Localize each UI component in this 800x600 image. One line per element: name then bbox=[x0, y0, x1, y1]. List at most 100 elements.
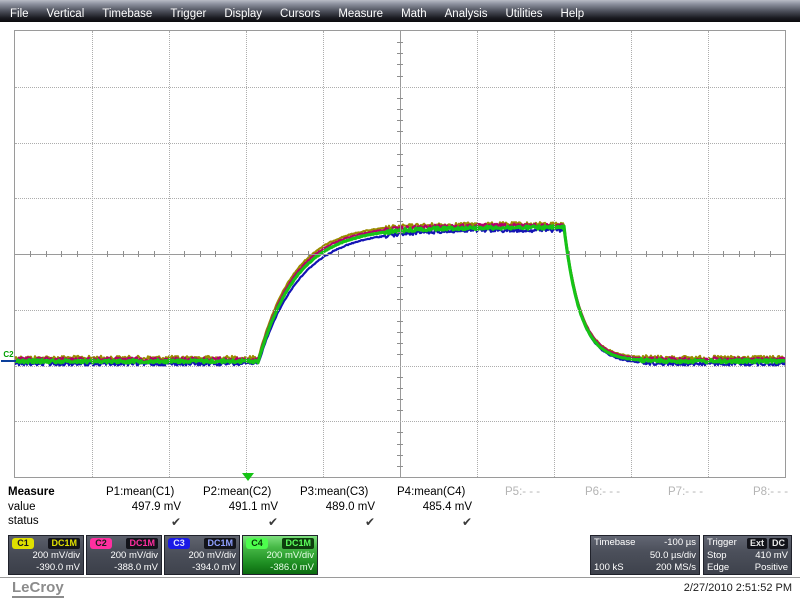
graticule-tick-horizontal bbox=[508, 251, 509, 257]
graticule-tick-horizontal bbox=[770, 251, 771, 257]
channel-pointer-label: C2 bbox=[3, 350, 14, 359]
menu-item-trigger[interactable]: Trigger bbox=[161, 8, 215, 21]
graticule-tick-horizontal bbox=[231, 251, 232, 257]
graticule-tick-horizontal bbox=[446, 251, 447, 257]
trigger-coupling-badge[interactable]: DC bbox=[769, 538, 788, 549]
footer-timestamp: 2/27/2010 2:51:52 PM bbox=[683, 582, 792, 594]
graticule-center-horizontal-axis bbox=[15, 254, 785, 255]
channel-descriptor-c4[interactable]: C4 DC1M 200 mV/div -386.0 mV bbox=[242, 535, 318, 575]
menu-item-display[interactable]: Display bbox=[215, 8, 271, 21]
graticule-tick-horizontal bbox=[585, 251, 586, 257]
graticule-tick-vertical bbox=[397, 98, 403, 99]
channel-coupling-c4[interactable]: DC1M bbox=[282, 538, 314, 549]
measure-value-p2: 491.1 mV bbox=[228, 501, 278, 513]
graticule-tick-vertical bbox=[397, 399, 403, 400]
measure-header-p8[interactable]: P8:- - - bbox=[753, 486, 788, 498]
channel-tag-c3: C3 bbox=[168, 538, 190, 549]
channel-coupling-c3[interactable]: DC1M bbox=[204, 538, 236, 549]
graticule-tick-vertical bbox=[397, 432, 403, 433]
channel-coupling-c2[interactable]: DC1M bbox=[126, 538, 158, 549]
menu-item-analysis[interactable]: Analysis bbox=[436, 8, 497, 21]
measure-status-row: status ✔ ✔ ✔ ✔ bbox=[0, 515, 800, 530]
graticule-tick-vertical bbox=[397, 64, 403, 65]
trigger-type: Edge bbox=[707, 562, 730, 573]
channel-scale-c1: 200 mV/div bbox=[32, 550, 80, 561]
graticule-tick-horizontal bbox=[369, 251, 370, 257]
graticule-tick-horizontal bbox=[754, 251, 755, 257]
graticule-tick-horizontal bbox=[492, 251, 493, 257]
graticule-tick-horizontal bbox=[123, 251, 124, 257]
waveform-graticule[interactable] bbox=[14, 30, 786, 478]
timebase-scale: 50.0 µs/div bbox=[649, 550, 696, 561]
measure-header-p6[interactable]: P6:- - - bbox=[585, 486, 620, 498]
graticule-tick-horizontal bbox=[385, 251, 386, 257]
footer-bar: LeCroy 2/27/2010 2:51:52 PM bbox=[0, 578, 800, 600]
graticule-tick-vertical bbox=[397, 232, 403, 233]
trigger-level: 410 mV bbox=[755, 550, 788, 561]
measure-header-p4[interactable]: P4:mean(C4) bbox=[397, 486, 465, 498]
trigger-title: Trigger bbox=[707, 537, 737, 548]
graticule-tick-horizontal bbox=[723, 251, 724, 257]
menu-item-utilities[interactable]: Utilities bbox=[496, 8, 551, 21]
oscilloscope-app: File Vertical Timebase Trigger Display C… bbox=[0, 0, 800, 600]
measure-status-p3: ✔ bbox=[364, 515, 375, 529]
graticule-tick-vertical bbox=[397, 354, 403, 355]
trigger-position-marker[interactable] bbox=[242, 473, 254, 481]
measure-value-label: value bbox=[8, 501, 36, 513]
channel-tag-c4: C4 bbox=[246, 538, 268, 549]
graticule-tick-vertical bbox=[397, 209, 403, 210]
timebase-descriptor[interactable]: Timebase -100 µs 50.0 µs/div 100 kS 200 … bbox=[590, 535, 700, 575]
graticule-tick-vertical bbox=[397, 120, 403, 121]
graticule-tick-horizontal bbox=[215, 251, 216, 257]
graticule-tick-horizontal bbox=[523, 251, 524, 257]
lecroy-logo: LeCroy bbox=[12, 579, 64, 598]
measure-status-p1: ✔ bbox=[170, 515, 181, 529]
channel-descriptor-c3[interactable]: C3 DC1M 200 mV/div -394.0 mV bbox=[164, 535, 240, 575]
measure-status-p2: ✔ bbox=[267, 515, 278, 529]
measure-header-p2[interactable]: P2:mean(C2) bbox=[203, 486, 271, 498]
measure-header-p5[interactable]: P5:- - - bbox=[505, 486, 540, 498]
trigger-source-badge[interactable]: Ext bbox=[746, 538, 767, 549]
graticule-tick-vertical bbox=[397, 388, 403, 389]
menu-item-vertical[interactable]: Vertical bbox=[38, 8, 94, 21]
channel-scale-c4: 200 mV/div bbox=[266, 550, 314, 561]
measure-header-p1[interactable]: P1:mean(C1) bbox=[106, 486, 174, 498]
trigger-descriptor[interactable]: Trigger Ext DC Stop 410 mV Edge Positive bbox=[703, 535, 792, 575]
graticule-tick-vertical bbox=[397, 243, 403, 244]
measure-title: Measure bbox=[8, 486, 55, 498]
channel-descriptor-c2[interactable]: C2 DC1M 200 mV/div -388.0 mV bbox=[86, 535, 162, 575]
graticule-tick-vertical bbox=[397, 265, 403, 266]
channel-scale-c3: 200 mV/div bbox=[188, 550, 236, 561]
graticule-tick-vertical bbox=[397, 109, 403, 110]
menu-item-measure[interactable]: Measure bbox=[329, 8, 392, 21]
graticule-tick-horizontal bbox=[693, 251, 694, 257]
graticule-tick-horizontal bbox=[662, 251, 663, 257]
channel-pointer-marker-c2[interactable]: C2 bbox=[1, 348, 16, 362]
graticule-tick-horizontal bbox=[646, 251, 647, 257]
graticule-tick-horizontal bbox=[200, 251, 201, 257]
channel-coupling-c1[interactable]: DC1M bbox=[48, 538, 80, 549]
menu-item-help[interactable]: Help bbox=[552, 8, 594, 21]
graticule-tick-vertical bbox=[397, 377, 403, 378]
graticule-tick-horizontal bbox=[338, 251, 339, 257]
graticule-tick-horizontal bbox=[739, 251, 740, 257]
measure-header-p3[interactable]: P3:mean(C3) bbox=[300, 486, 368, 498]
menu-item-math[interactable]: Math bbox=[392, 8, 436, 21]
graticule-tick-vertical bbox=[397, 332, 403, 333]
channel-offset-c4: -386.0 mV bbox=[270, 562, 314, 573]
graticule-tick-vertical bbox=[397, 410, 403, 411]
menu-item-cursors[interactable]: Cursors bbox=[271, 8, 329, 21]
channel-descriptor-c1[interactable]: C1 DC1M 200 mV/div -390.0 mV bbox=[8, 535, 84, 575]
graticule-tick-vertical bbox=[397, 53, 403, 54]
trigger-state: Stop bbox=[707, 550, 727, 561]
menu-item-file[interactable]: File bbox=[0, 8, 38, 21]
graticule-tick-vertical bbox=[397, 455, 403, 456]
graticule-tick-horizontal bbox=[154, 251, 155, 257]
graticule-tick-horizontal bbox=[308, 251, 309, 257]
graticule-tick-vertical bbox=[397, 343, 403, 344]
measure-header-p7[interactable]: P7:- - - bbox=[668, 486, 703, 498]
menu-item-timebase[interactable]: Timebase bbox=[93, 8, 161, 21]
measure-value-p1: 497.9 mV bbox=[131, 501, 181, 513]
channel-tag-c1: C1 bbox=[12, 538, 34, 549]
timebase-sample-rate: 200 MS/s bbox=[655, 562, 696, 573]
